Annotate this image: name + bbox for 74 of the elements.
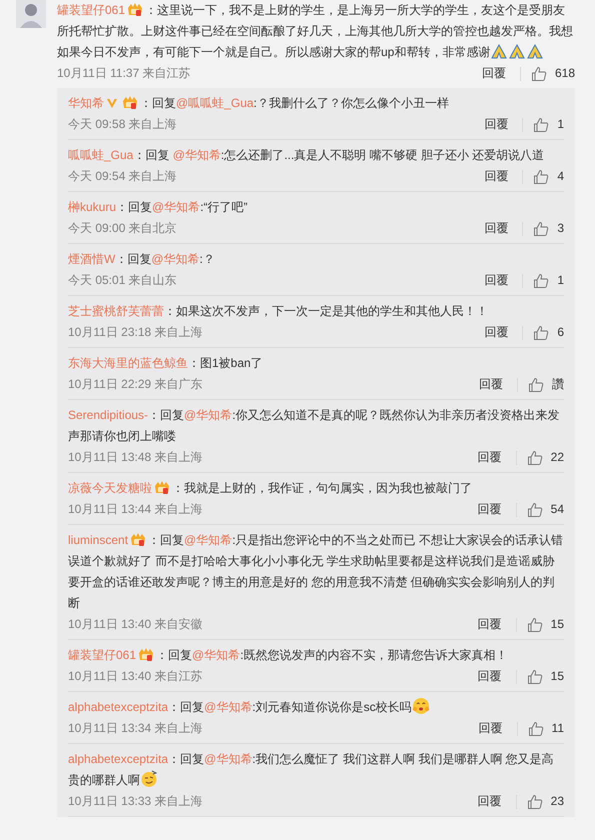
crown-badge-icon — [130, 532, 146, 547]
comment-text: 呱呱蛙_Gua：回复 @华知希:怎么还删了...真是人不聪明 嘴不够硬 胆子还小 还爱胡说八道 — [68, 147, 546, 164]
blushing-face-icon — [412, 697, 430, 715]
comment-meta: 10月11日 13:40 来自江苏 — [68, 668, 204, 685]
reply-button[interactable]: 回覆 — [480, 322, 512, 343]
reply-button[interactable]: 回覆 — [475, 374, 507, 395]
reply-button[interactable]: 回覆 — [474, 791, 506, 812]
thumbs-up-icon — [533, 272, 550, 288]
like-button[interactable]: 23 — [526, 791, 564, 812]
comment-text: liuminscent ：回复@华知希:只是指出您评论中的不当之处而已 不想让大家误会的话承认错误道个歉就好了 而不是打哈哈大事化小小事化无 学生求助帖里要都是这样说我们是造谣威胁要开盒的话谁还敢发声呢？博主的用意是好的 您的用意我不清楚 但确确实实会影响别人的判断 — [68, 531, 564, 612]
like-button[interactable]: 1 — [533, 270, 564, 291]
reply-button[interactable]: 回覆 — [480, 218, 512, 239]
like-button[interactable]: 讚 — [528, 374, 564, 395]
like-button[interactable]: 618 — [530, 63, 575, 84]
thumbs-up-icon — [526, 616, 543, 632]
comment-meta: 10月11日 13:44 来自上海 — [68, 501, 204, 518]
avatar[interactable] — [16, 0, 46, 28]
like-button[interactable]: 15 — [526, 614, 564, 635]
like-button[interactable]: 3 — [533, 218, 564, 239]
thumbs-up-icon — [526, 668, 543, 684]
comment-text: 榊kukuru：回复@华知希:“行了吧” — [68, 199, 249, 216]
thumbs-up-icon — [526, 502, 543, 518]
thumbs-up-icon — [528, 376, 544, 392]
comment-meta: 今天 09:54 来自上海 — [68, 168, 178, 185]
reply-button[interactable]: 回覆 — [474, 666, 506, 687]
thumbs-up-icon — [530, 66, 547, 82]
crown-badge-icon — [122, 95, 138, 110]
like-button[interactable]: 6 — [533, 322, 564, 343]
verified-icon — [106, 97, 118, 109]
comment-meta: 10月11日 13:34 来自上海 — [68, 720, 204, 737]
comment-meta: 10月11日 13:33 来自上海 — [68, 793, 204, 810]
thumbs-up-icon — [533, 168, 550, 184]
comment-meta: 今天 05:01 来自山东 — [68, 272, 178, 289]
comment-text: alphabetexceptzita：回复@华知希:我们怎么魔怔了 我们这群人啊 我们是哪群人啊 您又是高贵的哪群人啊 — [68, 751, 555, 790]
reply-button[interactable]: 回覆 — [474, 499, 506, 520]
reply-button[interactable]: 回覆 — [480, 114, 512, 135]
reply-button[interactable]: 回覆 — [474, 614, 506, 635]
thumbs-up-icon — [526, 450, 543, 466]
crown-badge-icon — [154, 480, 170, 495]
thumbs-up-icon — [526, 794, 543, 810]
like-button[interactable]: 22 — [526, 447, 564, 468]
like-button[interactable]: 54 — [526, 499, 564, 520]
like-button[interactable]: 4 — [533, 166, 564, 187]
comment-text: 凉薇今天发糖啦 ：我就是上财的，我作证，句句属实，因为我也被敲门了 — [68, 479, 473, 497]
reply-button[interactable]: 回覆 — [474, 718, 507, 739]
comment-text: 罐装望仔061 ：这里说一下，我不是上财的学生，是上海另一所大学的学生，友这个是受朋友所托帮忙扩散。上财这件事已经在空间酝酿了好几天，上海其他几所大学的管控也越发严格。我想如果今日不发声，有可能下一个就是自己。所以感谢大家的帮up和帮转，非常感谢 — [57, 1, 574, 61]
comment-text: 芝士蜜桃舒芙蕾蕾：如果这次不发声，下一次一定是其他的学生和其他人民！！ — [68, 303, 489, 320]
comment-text: 东海大海里的蓝色鲸鱼：图1被ban了 — [68, 355, 264, 372]
like-button[interactable]: 11 — [528, 718, 564, 739]
thumbs-up-icon — [533, 324, 550, 340]
reply-button[interactable]: 回覆 — [480, 270, 512, 291]
crown-badge-icon — [138, 647, 154, 662]
reply-button[interactable]: 回覆 — [480, 166, 512, 187]
comment-meta: 10月11日 13:48 来自上海 — [68, 449, 204, 466]
reply-button[interactable]: 回覆 — [474, 447, 506, 468]
comment-text: alphabetexceptzita：回复@华知希:刘元春知道你说你是sc校长吗 — [68, 697, 564, 718]
thumbs-up-icon — [533, 220, 550, 236]
comment-text: 华知希 ：回复@呱呱蛙_Gua:？我删什么了？你怎么像个小丑一样 — [68, 94, 450, 112]
comment-meta: 10月11日 13:40 来自安徽 — [68, 616, 204, 633]
comment-meta: 今天 09:58 来自上海 — [68, 116, 178, 133]
reply-button[interactable]: 回覆 — [478, 63, 510, 84]
crown-badge-icon — [127, 2, 144, 17]
comment-meta: 今天 09:00 来自北京 — [68, 220, 178, 237]
like-button[interactable]: 1 — [533, 114, 564, 135]
like-button[interactable]: 15 — [526, 666, 564, 687]
comment-meta: 10月11日 11:37 来自江苏 — [57, 65, 192, 82]
comment-text: 煙酒惜W：回复@华知希:？ — [68, 251, 216, 268]
comment-text: 罐装望仔061 ：回复@华知希:既然您说发声的内容不实，那请您告诉大家真相！ — [68, 646, 509, 664]
thumbs-up-icon — [533, 116, 550, 132]
comment-meta: 10月11日 23:18 来自上海 — [68, 324, 204, 341]
comment-meta: 10月11日 22:29 来自广东 — [68, 376, 204, 393]
thumbs-up-icon — [528, 720, 544, 736]
comment-text: Serendipitious-：回复@华知希:你又怎么知道不是真的呢？既然你认为非亲历者没资格出来发声那请你也闭上嘴喽 — [68, 407, 561, 445]
smiling-face-icon — [140, 770, 158, 788]
